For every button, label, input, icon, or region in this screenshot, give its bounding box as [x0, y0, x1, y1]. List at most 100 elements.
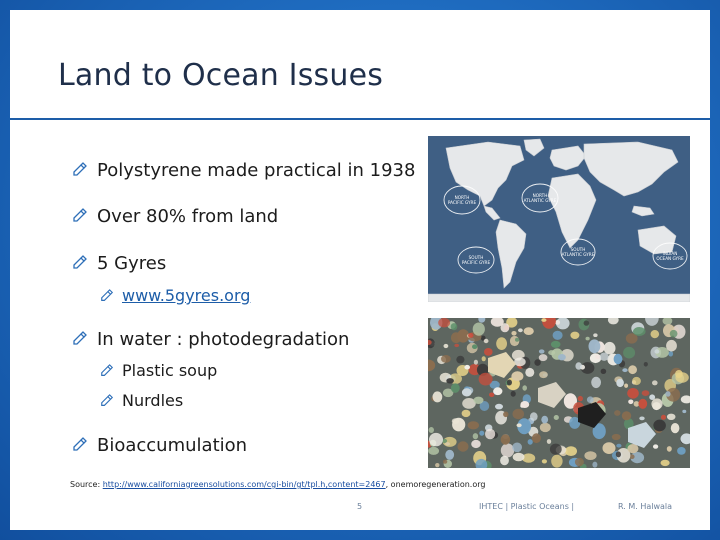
plastic-pellet — [489, 392, 495, 398]
plastic-pellet — [577, 395, 583, 402]
plastic-pellet — [599, 352, 609, 361]
plastic-pellet — [454, 343, 460, 348]
plastic-pellet — [511, 331, 517, 336]
plastic-pellet — [660, 459, 670, 467]
page-number: 5 — [357, 502, 363, 511]
source-suffix: , onemoregeneration.org — [385, 480, 486, 489]
plastic-pellet — [520, 401, 530, 408]
plastic-pellet — [665, 391, 671, 397]
plastic-pellet — [539, 371, 548, 379]
plastic-pellet — [628, 365, 637, 375]
plastic-pellet — [549, 443, 562, 455]
plastic-pellet — [652, 380, 658, 386]
plastic-pellet — [558, 354, 566, 361]
plastic-pellet — [633, 327, 646, 336]
plastic-pellet — [614, 410, 621, 416]
plastic-pellet — [479, 430, 485, 436]
plastic-pellet — [592, 461, 598, 468]
plastic-pellet — [471, 439, 481, 449]
map-label-north-pacific-2: PACIFIC GYRE — [448, 200, 477, 205]
plastic-pellet — [552, 330, 563, 340]
source-citation: Source: http://www.californiagreensoluti… — [70, 480, 485, 489]
plastic-pellet — [565, 446, 577, 456]
plastic-pellet — [541, 415, 549, 424]
plastic-pellet — [550, 340, 561, 348]
bullet-text: Plastic soup — [122, 361, 218, 380]
plastic-pellet — [510, 390, 516, 397]
pencil-arrow-icon — [101, 364, 114, 376]
plastic-pellet — [483, 338, 489, 344]
bullet-text: Nurdles — [122, 391, 184, 410]
5gyres-link[interactable]: www.5gyres.org — [122, 286, 250, 305]
plastic-pellet — [574, 457, 584, 467]
plastic-pellet — [548, 350, 556, 356]
plastic-pellet — [621, 411, 632, 421]
plastic-pellet — [500, 443, 515, 458]
plastic-pellet — [523, 327, 534, 335]
plastic-pellet — [516, 423, 522, 428]
bullet-plastic-soup: Plastic soup — [100, 361, 217, 380]
plastic-pellet — [575, 362, 582, 370]
pencil-arrow-icon — [73, 208, 87, 222]
plastic-pellet — [468, 332, 474, 338]
plastic-pellet — [603, 341, 616, 355]
plastic-pellet — [445, 449, 455, 460]
title-divider — [10, 118, 710, 120]
plastic-pellet — [654, 349, 660, 354]
plastic-pellet — [591, 376, 601, 389]
plastic-pellet — [512, 442, 522, 453]
plastic-pellet — [593, 333, 598, 337]
plastic-pellet — [485, 428, 496, 440]
source-prefix: Source: — [70, 480, 103, 489]
plastic-pellet — [668, 351, 674, 357]
bullet-text: 5 Gyres — [97, 253, 167, 274]
plastic-pellet — [522, 385, 527, 391]
plastic-pellet — [534, 359, 541, 366]
plastic-debris-photo — [428, 318, 690, 468]
plastic-pellet — [675, 372, 689, 383]
bullet-bioaccumulation: Bioaccumulation — [72, 435, 247, 456]
plastic-pellet — [450, 383, 460, 393]
plastic-pellet — [464, 364, 470, 370]
plastic-pellet — [677, 447, 686, 455]
plastic-pellet — [512, 408, 525, 420]
bullet-text: Bioaccumulation — [97, 435, 248, 456]
plastic-pellet — [538, 349, 545, 354]
plastic-pellet — [473, 396, 484, 404]
plastic-pellet — [467, 421, 479, 430]
footer-center-text: IHTEC | Plastic Oceans | — [479, 502, 575, 511]
map-label-indian-ocean-2: OCEAN GYRE — [656, 256, 684, 261]
bullet-over-80: Over 80% from land — [72, 206, 278, 227]
map-label-south-atlantic-2: ATLANTIC GYRE — [562, 252, 595, 257]
plastic-pellet — [428, 427, 434, 433]
plastic-pellet — [443, 343, 449, 349]
plastic-pellet — [442, 459, 448, 464]
pencil-arrow-icon — [101, 289, 114, 301]
plastic-pellet — [670, 423, 680, 434]
plastic-pellet — [653, 444, 659, 449]
plastic-pellet — [435, 463, 440, 468]
source-link[interactable]: http://www.californiagreensolutions.com/… — [103, 480, 386, 489]
plastic-pellet — [650, 330, 660, 339]
plastic-pellet — [682, 409, 687, 414]
bullet-nurdles: Nurdles — [100, 391, 183, 410]
plastic-pellet — [546, 439, 552, 444]
plastic-pellet — [628, 399, 634, 405]
plastic-pellet — [651, 398, 663, 410]
plastic-pellet — [624, 383, 629, 388]
plastic-pellet — [525, 367, 535, 377]
plastic-pellet — [496, 337, 507, 350]
plastic-pellet — [632, 376, 641, 386]
plastic-pellet — [527, 439, 533, 445]
plastic-pellet — [438, 318, 450, 328]
plastic-pellet — [472, 344, 478, 349]
pencil-arrow-icon — [73, 437, 87, 451]
plastic-pellet — [613, 353, 623, 365]
plastic-pellet — [616, 378, 624, 388]
ocean-gyres-map: NORTH PACIFIC GYRE NORTH ATLANTIC GYRE S… — [427, 136, 691, 303]
bullet-photodegradation: In water : photodegradation — [72, 329, 349, 350]
pencil-arrow-icon — [73, 162, 87, 176]
plastic-pellet — [627, 388, 639, 399]
plastic-pellet — [541, 459, 547, 464]
world-map-graphic: NORTH PACIFIC GYRE NORTH ATLANTIC GYRE S… — [427, 136, 691, 303]
